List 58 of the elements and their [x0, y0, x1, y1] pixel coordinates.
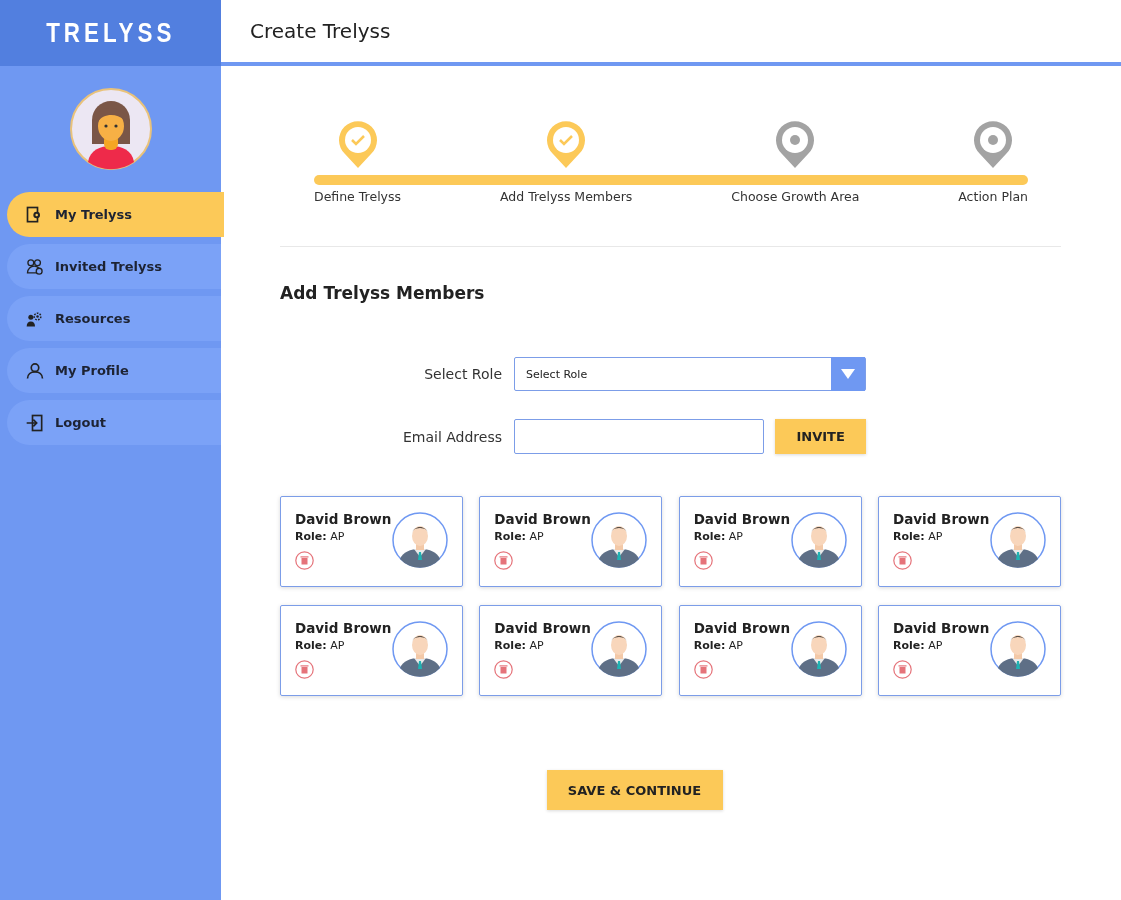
- person-avatar: [990, 621, 1046, 677]
- step-label: Add Trelyss Members: [499, 189, 633, 204]
- person-avatar: [790, 512, 847, 568]
- person-avatar: [591, 621, 648, 677]
- delete-icon[interactable]: [494, 660, 514, 679]
- delete-icon[interactable]: [295, 660, 314, 679]
- person-avatar: [392, 621, 448, 677]
- step-label: Action Plan: [958, 189, 1028, 204]
- email-input[interactable]: [514, 419, 765, 454]
- member-role: Role: AP: [693, 639, 744, 652]
- dropdown-caret-icon: [841, 369, 855, 379]
- location-pin-icon: [972, 120, 1015, 170]
- member-name: David Brown: [893, 620, 990, 636]
- delete-icon[interactable]: [693, 551, 713, 570]
- step-label: Choose Growth Area: [731, 189, 860, 204]
- delete-icon[interactable]: [693, 660, 713, 679]
- check-pin-icon: [336, 120, 379, 170]
- member-name: David Brown: [295, 620, 392, 636]
- field-label: Select Role: [423, 366, 502, 382]
- page-title: Create Trelyss: [250, 19, 391, 43]
- person-avatar: [392, 512, 448, 568]
- member-role: Role: AP: [893, 530, 944, 543]
- sidebar-item[interactable]: My Trelyss: [7, 192, 224, 237]
- brand-logo: TRELYSS: [45, 17, 176, 49]
- field-label: Email Address: [402, 428, 502, 445]
- sidebar-item[interactable]: Logout: [7, 400, 221, 445]
- invite-button[interactable]: INVITE: [775, 419, 866, 454]
- step-label: Define Trelyss: [314, 189, 402, 204]
- member-name: David Brown: [295, 511, 392, 527]
- person-avatar: [790, 621, 847, 677]
- delete-icon[interactable]: [494, 551, 514, 570]
- delete-icon[interactable]: [893, 660, 912, 679]
- check-pin-icon: [545, 120, 588, 170]
- sidebar-item[interactable]: My Profile: [7, 348, 221, 393]
- sidebar-item[interactable]: Resources: [7, 296, 221, 341]
- member-role: Role: AP: [494, 530, 545, 543]
- member-role: Role: AP: [693, 530, 744, 543]
- sidebar-item[interactable]: Invited Trelyss: [7, 244, 221, 289]
- delete-icon[interactable]: [295, 551, 314, 570]
- member-name: David Brown: [893, 511, 990, 527]
- role-dropdown[interactable]: Select Role: [514, 357, 866, 391]
- location-pin-icon: [774, 120, 817, 170]
- logout-icon: [25, 412, 45, 433]
- people-group-icon: [25, 256, 45, 277]
- member-role: Role: AP: [893, 639, 944, 652]
- delete-icon[interactable]: [893, 551, 912, 570]
- person-avatar: [591, 512, 648, 568]
- save-continue-button[interactable]: SAVE & CONTINUE: [546, 770, 723, 810]
- person-avatar: [990, 512, 1046, 568]
- member-role: Role: AP: [494, 639, 545, 652]
- member-name: David Brown: [494, 511, 591, 527]
- user-icon: [25, 360, 45, 381]
- section-title: Add Trelyss Members: [280, 283, 486, 303]
- member-name: David Brown: [494, 620, 591, 636]
- member-name: David Brown: [693, 620, 791, 636]
- member-role: Role: AP: [295, 530, 346, 543]
- member-role: Role: AP: [295, 639, 346, 652]
- member-name: David Brown: [693, 511, 791, 527]
